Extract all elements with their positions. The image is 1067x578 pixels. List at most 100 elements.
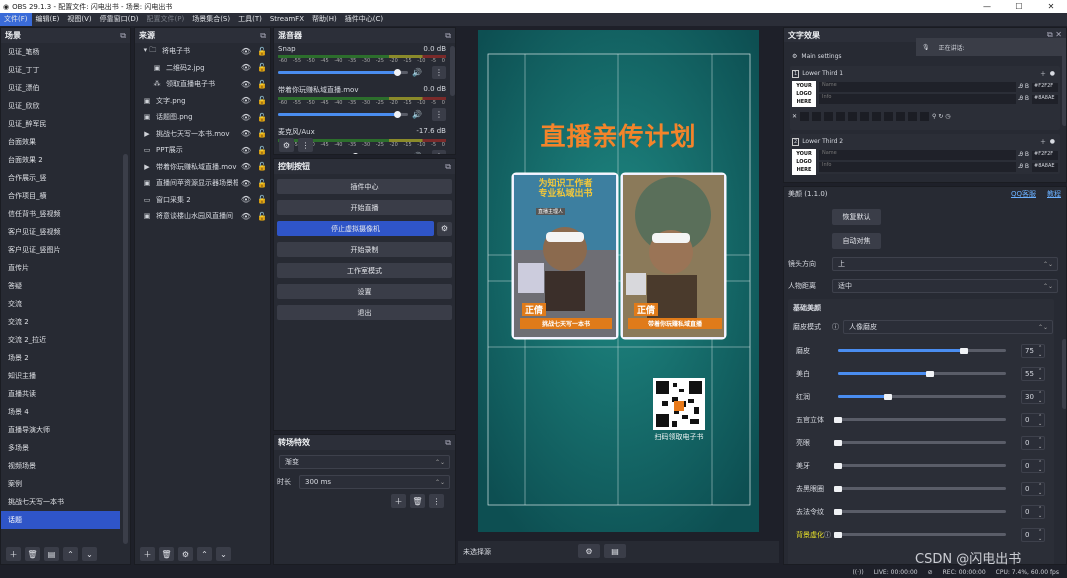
scene-item[interactable]: 案例	[1, 475, 130, 493]
beauty-value-input[interactable]: 30	[1021, 389, 1045, 405]
style-swatch[interactable]	[800, 112, 810, 121]
scene-item[interactable]: 信任背书_竖视频	[1, 205, 130, 223]
control-button[interactable]: 工作室模式	[277, 263, 452, 278]
logo-placeholder[interactable]: YOUR LOGO HERE	[792, 149, 816, 175]
source-item[interactable]: ▾ 🗀 将电子书 👁 🔓	[135, 43, 270, 60]
undock-icon[interactable]: ⧉	[120, 31, 126, 41]
channel-menu-button[interactable]: ⋮	[431, 66, 446, 79]
source-item[interactable]: ⁂ 领取直播电子书 👁 🔓	[135, 76, 270, 93]
speaker-icon[interactable]: 🔊	[412, 110, 422, 119]
beauty-value-input[interactable]: 0	[1021, 481, 1045, 497]
lock-icon[interactable]: 🔓	[254, 212, 270, 221]
lock-icon[interactable]: 🔓	[254, 113, 270, 122]
lock-icon[interactable]: 🔓	[254, 96, 270, 105]
style-swatch[interactable]	[896, 112, 906, 121]
lower-third-label[interactable]: Lower Third 1	[802, 70, 843, 77]
visibility-eye-icon[interactable]: 👁	[238, 129, 254, 138]
info-input[interactable]: Info	[819, 94, 1016, 104]
source-item[interactable]: ▣ 话题图.png 👁 🔓	[135, 109, 270, 126]
remove-source-button[interactable]: 🗑	[159, 547, 174, 561]
active-dot-icon[interactable]: ●	[1050, 138, 1055, 145]
beauty-value-input[interactable]: 0	[1021, 412, 1045, 428]
info-input[interactable]: Info	[819, 162, 1016, 172]
auto-focus-button[interactable]: 自动对焦	[832, 233, 881, 249]
control-button[interactable]: 设置	[277, 284, 452, 299]
qq-support-link[interactable]: QQ客服	[1011, 189, 1036, 199]
font-icon[interactable]: Ꭿ B	[1019, 163, 1029, 171]
undock-icon[interactable]: ⧉	[445, 438, 451, 448]
scene-item[interactable]: 见证_欣欣	[1, 97, 130, 115]
beauty-value-input[interactable]: 0	[1021, 435, 1045, 451]
visibility-eye-icon[interactable]: 👁	[238, 47, 254, 56]
maximize-button[interactable]: ☐	[1003, 0, 1035, 13]
lock-icon[interactable]: 🔓	[254, 80, 270, 89]
visibility-eye-icon[interactable]: 👁	[238, 212, 254, 221]
mixer-scrollbar[interactable]	[450, 46, 455, 96]
lens-direction-select[interactable]: 上 ⌃⌄	[832, 257, 1058, 271]
scene-item[interactable]: 直播共读	[1, 385, 130, 403]
control-button[interactable]: 插件中心	[277, 179, 452, 194]
visibility-eye-icon[interactable]: 👁	[238, 179, 254, 188]
scene-item[interactable]: 直传片	[1, 259, 130, 277]
source-item[interactable]: ▭ 窗口采集 2 👁 🔓	[135, 192, 270, 209]
source-item[interactable]: ▶ 带着你玩赚私域直播.mov 👁 🔓	[135, 159, 270, 176]
transition-select[interactable]: 渐变 ⌃⌄	[279, 455, 450, 469]
logo-placeholder[interactable]: YOUR LOGO HERE	[792, 81, 816, 107]
name-input[interactable]: Name	[819, 150, 1016, 160]
menu-item[interactable]: 帮助(H)	[308, 13, 341, 26]
move-up-button[interactable]: ⌃	[63, 547, 78, 561]
active-dot-icon[interactable]: ●	[1050, 70, 1055, 77]
control-button[interactable]: 开始直播	[277, 200, 452, 215]
scenes-scrollbar[interactable]	[123, 154, 128, 544]
style-swatch[interactable]	[872, 112, 882, 121]
beauty-value-input[interactable]: 0	[1021, 458, 1045, 474]
text-effects-scrollbar[interactable]	[1062, 46, 1066, 126]
preview-area[interactable]: 直播亲传计划 为知识工作者 专业私域出书 直播主理人 正倩 挑战七天写一本书 正…	[458, 27, 779, 539]
add-icon[interactable]: ＋	[1040, 137, 1046, 146]
beauty-slider[interactable]	[838, 347, 1006, 354]
help-icon[interactable]: ⓘ	[824, 530, 831, 540]
style-swatch[interactable]	[908, 112, 918, 121]
menu-item[interactable]: 插件中心(C)	[341, 13, 387, 26]
duration-input[interactable]: 300 ms ⌃⌄	[299, 475, 450, 489]
add-icon[interactable]: ＋	[1040, 69, 1046, 78]
close-icon[interactable]: ✕	[792, 113, 797, 120]
color-field[interactable]: #8A8AE	[1032, 162, 1058, 172]
beauty-slider[interactable]	[838, 393, 1006, 400]
scene-item[interactable]: 挑战七天写一本书	[1, 493, 130, 511]
scene-item[interactable]: 答疑	[1, 277, 130, 295]
style-swatch[interactable]	[824, 112, 834, 121]
scene-item[interactable]: 场景 4	[1, 403, 130, 421]
beauty-scrollbar[interactable]	[1062, 339, 1066, 409]
color-field[interactable]: #F2F2F	[1032, 82, 1058, 92]
beauty-slider[interactable]	[834, 462, 1006, 469]
menu-item[interactable]: 停靠窗口(D)	[96, 13, 143, 26]
gear-icon[interactable]: ⚙	[792, 53, 797, 60]
channel-menu-button[interactable]: ⋮	[431, 150, 446, 154]
menu-item[interactable]: StreamFX	[266, 13, 308, 26]
speaker-icon[interactable]: 🔊	[412, 152, 422, 154]
move-down-button[interactable]: ⌄	[82, 547, 97, 561]
scene-item[interactable]: 多场景	[1, 439, 130, 457]
control-button[interactable]: 停止虚拟摄像机	[277, 221, 434, 236]
beauty-value-input[interactable]: 0	[1021, 527, 1045, 543]
lock-icon[interactable]: 🔓	[254, 162, 270, 171]
scene-item[interactable]: 话题	[1, 511, 120, 529]
visibility-eye-icon[interactable]: 👁	[238, 80, 254, 89]
menu-item[interactable]: 文件(F)	[0, 13, 32, 26]
volume-slider[interactable]	[278, 69, 408, 76]
scene-item[interactable]: 场景 2	[1, 349, 130, 367]
control-button[interactable]: 开始录制	[277, 242, 452, 257]
visibility-eye-icon[interactable]: 👁	[238, 63, 254, 72]
minimize-button[interactable]: —	[971, 0, 1003, 13]
source-item[interactable]: ▣ 将意谈楼山水园风直播间 👁 🔓	[135, 208, 270, 225]
beauty-slider[interactable]	[834, 416, 1006, 423]
visibility-eye-icon[interactable]: 👁	[238, 113, 254, 122]
scene-item[interactable]: 直播导演大师	[1, 421, 130, 439]
smoothing-mode-select[interactable]: 人像磨皮 ⌃⌄	[843, 320, 1053, 334]
scene-item[interactable]: 视频场景	[1, 457, 130, 475]
lock-icon[interactable]: 🔓	[254, 47, 270, 56]
lock-icon[interactable]: 🔓	[254, 129, 270, 138]
style-swatch[interactable]	[836, 112, 846, 121]
source-item[interactable]: ▶ 挑战七天写一本书.mov 👁 🔓	[135, 126, 270, 143]
